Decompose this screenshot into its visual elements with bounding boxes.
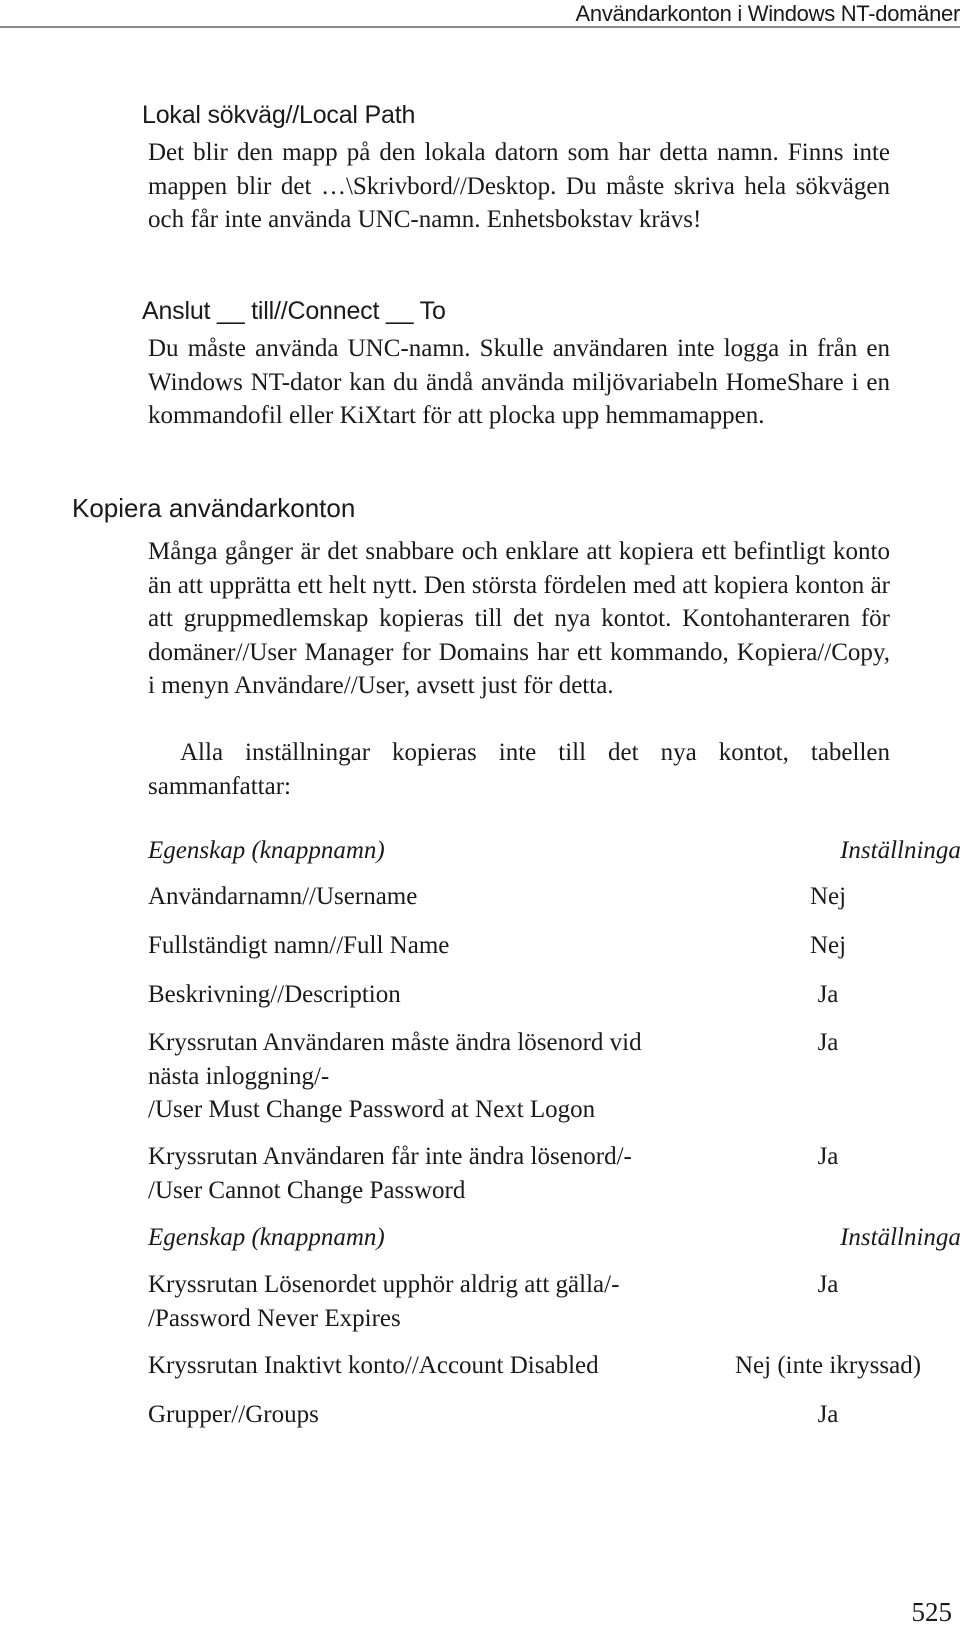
running-head: Användarkonton i Windows NT-domäner bbox=[0, 0, 960, 28]
local-path-heading: Lokal sökväg//Local Path bbox=[142, 101, 416, 129]
header-property: Egenskap (knappnamn) bbox=[148, 837, 385, 864]
row-property: Beskrivning//Description bbox=[148, 981, 401, 1008]
row-property: Grupper//Groups bbox=[148, 1401, 319, 1428]
row-copied: Nej bbox=[809, 932, 847, 959]
running-head-title: Användarkonton i Windows NT-domäner bbox=[575, 1, 960, 26]
row-copied: Ja bbox=[817, 981, 839, 1008]
row-property: Kryssrutan Lösenordet upphör aldrig att … bbox=[148, 1271, 620, 1332]
header-copied: Inställningar kopieras bbox=[840, 1224, 960, 1251]
row-copied: Ja bbox=[817, 1029, 839, 1056]
row-property: Fullständigt namn//Full Name bbox=[148, 932, 450, 959]
row-property: Kryssrutan Användaren måste ändra löseno… bbox=[148, 1029, 642, 1123]
row-property: Användarnamn//Username bbox=[148, 883, 418, 910]
page-number: 525 bbox=[911, 1597, 953, 1627]
copy-paragraph-2: Alla inställningar kopieras inte till de… bbox=[148, 739, 890, 800]
header-copied: Inställningar kopieras bbox=[840, 837, 960, 864]
row-copied: Ja bbox=[817, 1401, 839, 1428]
row-copied: Ja bbox=[817, 1143, 839, 1170]
row-property: Kryssrutan Användaren får inte ändra lös… bbox=[148, 1143, 632, 1204]
connect-to-heading: Anslut __ till//Connect __ To bbox=[142, 297, 446, 325]
local-path-text: Det blir den mapp på den lokala datorn s… bbox=[148, 139, 890, 234]
copy-paragraph-1: Många gånger är det snabbare och enklare… bbox=[148, 538, 890, 700]
connect-to-text: Du måste använda UNC-namn. Skulle använd… bbox=[148, 335, 890, 430]
row-property: Kryssrutan Inaktivt konto//Account Disab… bbox=[148, 1352, 599, 1379]
row-copied: Ja bbox=[817, 1271, 839, 1298]
row-copied: Nej bbox=[809, 883, 847, 910]
row-copied: Nej (inte ikryssad) bbox=[734, 1352, 922, 1379]
section-heading-copy-accounts: Kopiera användarkonton bbox=[72, 493, 356, 523]
header-property: Egenskap (knappnamn) bbox=[148, 1224, 385, 1251]
